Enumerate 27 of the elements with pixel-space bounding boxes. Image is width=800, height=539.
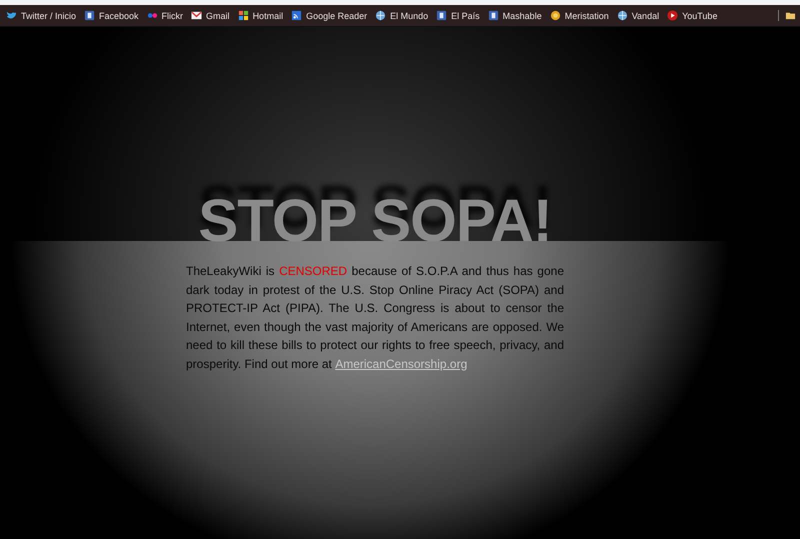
globe-icon (375, 10, 386, 21)
bookmark-link[interactable]: Gmail (191, 10, 230, 21)
bookmark-link[interactable]: Hotmail (238, 10, 284, 21)
flag-icon (238, 10, 249, 21)
bookmark-link[interactable]: Mashable (488, 10, 542, 21)
bookmark-link[interactable]: Facebook (84, 10, 139, 21)
bookmark-link[interactable]: YouTube (667, 10, 718, 21)
bird-icon (6, 10, 17, 21)
feed-icon (291, 10, 302, 21)
bookmark-link[interactable]: El Mundo (375, 10, 428, 21)
play-icon (667, 10, 678, 21)
bookmark-link[interactable]: Google Reader (291, 10, 368, 21)
message-paragraph: TheLeakyWiki is CENSORED because of S.O.P.A and thus has gone dark today in protest of the U.S. Stop Online Piracy Act (SOPA) and PROTECT-IP Act (PIPA). The U.S. Congress is about to censor the Internet, even though the vast majority of Americans are opposed. We need to kill these bills to protect our rights to free speech, privacy, and prosperity. Find out more at AmericanCensorship.org (186, 262, 564, 539)
square-favicon-icon (488, 10, 499, 21)
bookmark-link[interactable]: Flickr (146, 10, 184, 21)
square-favicon-icon (436, 10, 448, 21)
envelope-icon (191, 10, 202, 21)
bookmark-link[interactable]: Vandal (616, 10, 660, 21)
dots-icon (146, 10, 158, 21)
square-favicon-icon (84, 10, 96, 21)
bookmark-link[interactable]: Meristation (550, 10, 609, 21)
folder-icon[interactable] (785, 10, 796, 21)
bookmark-link[interactable]: Twitter / Inicio (6, 10, 76, 21)
coin-icon (550, 10, 561, 21)
headline: STOP SOPA! (198, 191, 552, 251)
bookmark-link[interactable]: El País (436, 10, 480, 21)
globe-icon (616, 10, 628, 21)
